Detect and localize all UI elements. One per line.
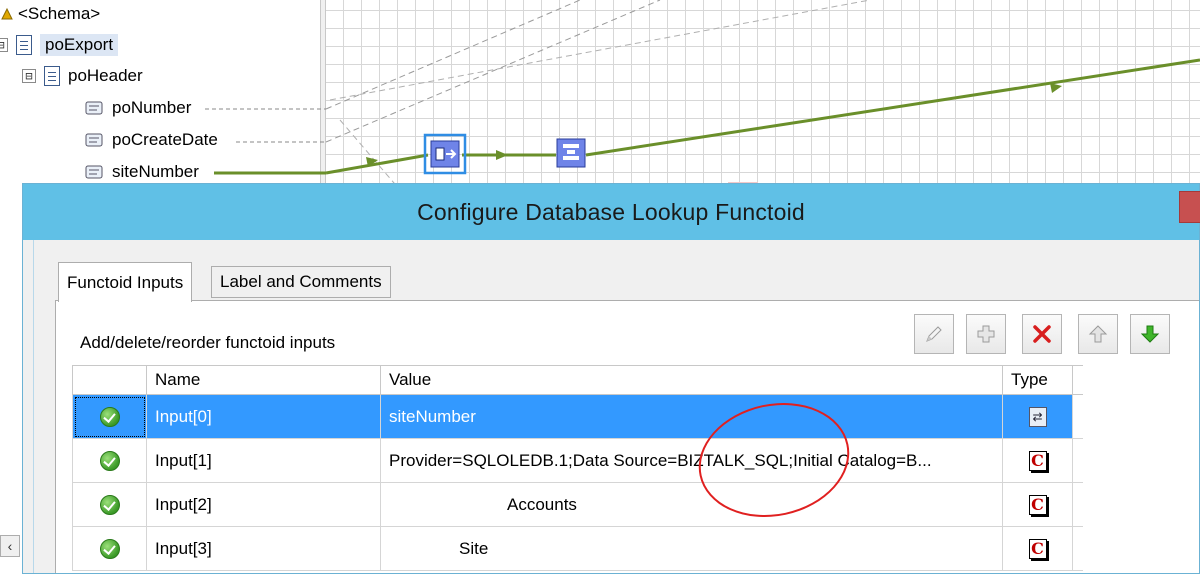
input-name-cell[interactable]: Input[1] <box>146 438 381 483</box>
link-line <box>325 153 429 175</box>
status-column-header <box>72 365 147 395</box>
tab-functoid-inputs[interactable]: Functoid Inputs <box>58 262 193 302</box>
link-arrow <box>496 150 508 160</box>
link-arrow <box>1050 83 1062 93</box>
input-value-cell[interactable]: Site <box>380 526 1003 571</box>
dashed-link <box>339 119 401 190</box>
dialog-titlebar[interactable]: Configure Database Lookup Functoid <box>23 184 1200 240</box>
link-line <box>585 58 1200 157</box>
constant-icon: C <box>1028 450 1047 471</box>
valid-check-icon <box>99 494 120 515</box>
up-arrow-icon <box>1088 325 1108 343</box>
filler-cell <box>1072 394 1083 439</box>
input-name-cell[interactable]: Input[3] <box>146 526 381 571</box>
valid-check-icon <box>99 406 120 427</box>
input-type-cell[interactable]: ⇄ <box>1002 394 1073 439</box>
filler-cell <box>1072 438 1083 483</box>
panel-instructions: Add/delete/reorder functoid inputs <box>80 333 336 352</box>
dashed-link <box>325 0 581 110</box>
dashed-link <box>325 0 661 143</box>
edit-button[interactable] <box>914 314 954 354</box>
name-column-header[interactable]: Name <box>146 365 381 395</box>
tab-label: Functoid Inputs <box>67 272 184 292</box>
input-name-cell[interactable]: Input[2] <box>146 482 381 527</box>
valid-check-icon <box>99 538 120 559</box>
move-up-button[interactable] <box>1078 314 1118 354</box>
input-value-cell[interactable]: siteNumber <box>380 394 1003 439</box>
input-name-cell[interactable]: Input[0] <box>146 394 381 439</box>
filler-column-header <box>1072 365 1083 395</box>
table-row[interactable]: Input[3] Site C <box>72 526 1083 571</box>
input-type-cell[interactable]: C <box>1002 526 1073 571</box>
table-row[interactable]: Input[1] Provider=SQLOLEDB.1;Data Source… <box>72 438 1083 483</box>
row-status-cell <box>72 394 147 439</box>
red-x-icon <box>1033 325 1051 343</box>
input-value-text: Accounts <box>507 494 577 514</box>
row-status-cell <box>72 482 147 527</box>
green-down-arrow-icon <box>1140 325 1160 343</box>
functoid-inputs-grid: Name Value Type Input[0] siteNumber ⇄ In… <box>72 365 1083 571</box>
value-column-header[interactable]: Value <box>380 365 1003 395</box>
table-row[interactable]: Input[2] Accounts C <box>72 482 1083 527</box>
input-value-cell[interactable]: Provider=SQLOLEDB.1;Data Source=BIZTALK_… <box>380 438 1003 483</box>
table-row[interactable]: Input[0] siteNumber ⇄ <box>72 394 1083 439</box>
filler-cell <box>1072 526 1083 571</box>
panel-content: Add/delete/reorder functoid inputs Name … <box>32 239 1200 574</box>
row-status-cell <box>72 438 147 483</box>
dialog-title: Configure Database Lookup Functoid <box>417 198 805 225</box>
add-button[interactable] <box>966 314 1006 354</box>
input-value-cell[interactable]: Accounts <box>380 482 1003 527</box>
constant-icon: C <box>1028 538 1047 559</box>
map-links-layer <box>205 0 1200 190</box>
row-status-cell <box>72 526 147 571</box>
delete-button[interactable] <box>1022 314 1062 354</box>
scroll-left-arrow[interactable]: ‹ <box>0 535 20 557</box>
grid-header-row: Name Value Type <box>72 365 1083 395</box>
type-column-header[interactable]: Type <box>1002 365 1073 395</box>
value-extractor-functoid[interactable] <box>556 138 586 168</box>
constant-icon: C <box>1028 494 1047 515</box>
plus-icon <box>977 325 995 343</box>
pencil-icon <box>926 326 942 342</box>
valid-check-icon <box>99 450 120 471</box>
link-type-icon: ⇄ <box>1028 406 1047 427</box>
filler-cell <box>1072 482 1083 527</box>
input-value-text: Site <box>459 538 489 558</box>
database-lookup-functoid[interactable] <box>423 133 467 175</box>
close-button[interactable] <box>1179 191 1200 223</box>
move-down-button[interactable] <box>1130 314 1170 354</box>
dashed-link <box>329 0 871 101</box>
input-type-cell[interactable]: C <box>1002 438 1073 483</box>
input-type-cell[interactable]: C <box>1002 482 1073 527</box>
